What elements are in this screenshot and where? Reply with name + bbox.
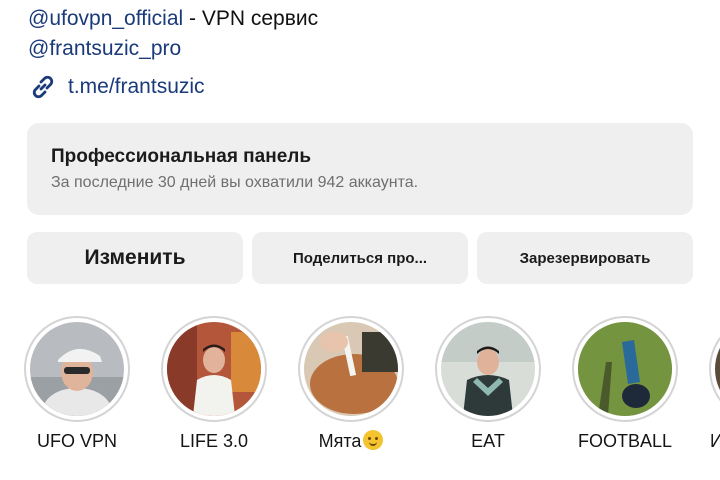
highlight-ring	[24, 316, 130, 422]
highlight-cover-eat	[441, 322, 535, 416]
reserve-button[interactable]: Зарезервировать	[477, 232, 693, 284]
highlight-myata[interactable]: Мята	[297, 316, 405, 452]
highlight-cover-football	[578, 322, 672, 416]
highlight-label: Мята	[297, 430, 405, 452]
highlight-label: UFO VPN	[36, 431, 117, 451]
upside-down-face-emoji	[363, 430, 384, 450]
highlight-label: И	[710, 431, 720, 451]
highlight-partial[interactable]: И	[708, 316, 720, 452]
mention-ufovpn[interactable]: @ufovpn_official	[28, 7, 183, 30]
link-text[interactable]: t.me/frantsuzic	[68, 72, 205, 102]
highlight-ufo-vpn[interactable]: UFO VPN	[23, 316, 131, 452]
highlight-life[interactable]: LIFE 3.0	[160, 316, 268, 452]
highlight-cover-life	[167, 322, 261, 416]
link-icon	[32, 75, 54, 99]
highlight-cover-ufo-vpn	[30, 322, 124, 416]
edit-profile-button[interactable]: Изменить	[27, 232, 243, 284]
highlight-label: FOOTBALL	[577, 431, 673, 451]
highlight-label: EAT	[471, 431, 505, 451]
dashboard-subtitle: За последние 30 дней вы охватили 942 акк…	[51, 174, 419, 191]
highlight-ring	[435, 316, 541, 422]
highlight-football[interactable]: FOOTBALL	[571, 316, 679, 452]
highlight-ring	[161, 316, 267, 422]
highlight-ring	[298, 316, 404, 422]
professional-dashboard[interactable]: Профессиональная панель За последние 30 …	[27, 123, 693, 215]
bio-line-1: @ufovpn_official - VPN сервис	[28, 4, 318, 34]
share-profile-button[interactable]: Поделиться про...	[252, 232, 468, 284]
highlight-eat[interactable]: EAT	[434, 316, 542, 452]
highlight-cover-myata	[304, 322, 398, 416]
bio-line-2: @frantsuzic_pro	[28, 34, 318, 64]
dashboard-title: Профессиональная панель	[51, 146, 312, 167]
mention-frantsuzic-pro[interactable]: @frantsuzic_pro	[28, 37, 181, 60]
profile-link[interactable]: t.me/frantsuzic	[28, 72, 205, 102]
highlight-ring	[572, 316, 678, 422]
bio-text: - VPN сервис	[183, 7, 319, 30]
highlight-label: LIFE 3.0	[179, 431, 249, 451]
highlight-ring	[709, 316, 720, 422]
highlight-cover-partial	[715, 322, 720, 416]
profile-bio: @ufovpn_official - VPN сервис @frantsuzi…	[28, 4, 318, 64]
